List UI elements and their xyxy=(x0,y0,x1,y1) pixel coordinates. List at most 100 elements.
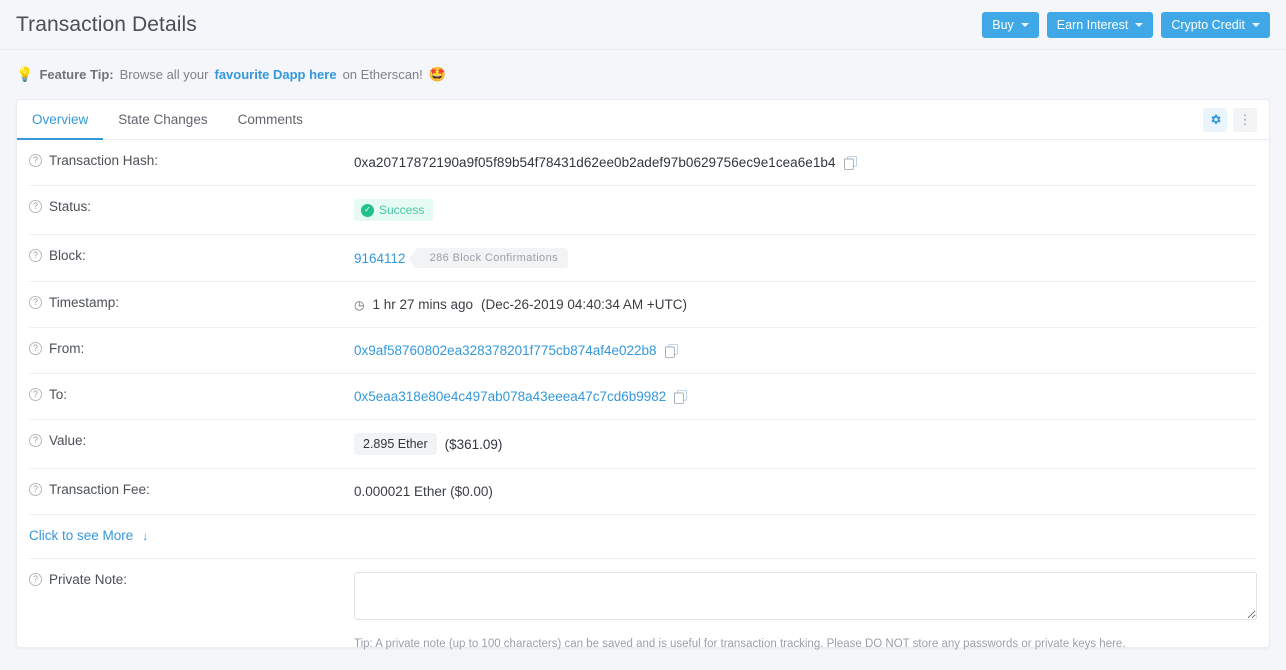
value-usd: ($361.09) xyxy=(444,436,503,452)
star-struck-emoji-icon: 🤩 xyxy=(428,66,447,82)
chevron-down-icon xyxy=(1135,22,1144,27)
row-transaction-hash: ? Transaction Hash: 0xa20717872190a9f05f… xyxy=(29,140,1257,186)
row-value-transaction-fee: 0.000021 Ether ($0.00) xyxy=(354,482,1257,501)
timestamp-absolute: (Dec-26-2019 04:40:34 AM +UTC) xyxy=(481,297,688,312)
vertical-dots-icon: ⋮ xyxy=(1238,112,1252,127)
private-note-input[interactable] xyxy=(354,572,1257,620)
chevron-down-icon xyxy=(1252,22,1260,27)
row-label-status: ? Status: xyxy=(29,199,354,214)
row-value-block: 9164112 286 Block Confirmations xyxy=(354,248,1257,270)
status-badge-label: Success xyxy=(379,203,425,217)
row-value: ? Value: 2.895 Ether ($361.09) xyxy=(29,420,1257,469)
clock-icon: ◷ xyxy=(354,297,365,312)
copy-icon xyxy=(664,343,678,358)
feature-tip-text-after: on Etherscan! xyxy=(342,66,423,82)
row-label-to: ? To: xyxy=(29,387,354,402)
status-badge: ✓ Success xyxy=(354,199,434,221)
transaction-hash-value: 0xa20717872190a9f05f89b54f78431d62ee0b2a… xyxy=(354,155,836,170)
row-private-note: ? Private Note: Tip: A private note (up … xyxy=(29,559,1257,650)
copy-from-address-button[interactable] xyxy=(664,343,678,358)
transaction-details-page: Transaction Details Buy Earn Interest Cr… xyxy=(0,0,1286,670)
label-text: From: xyxy=(49,341,85,356)
buy-button[interactable]: Buy xyxy=(982,11,1039,38)
favourite-dapp-link[interactable]: favourite Dapp here xyxy=(214,67,336,82)
click-to-see-more-button[interactable]: Click to see More ↓ xyxy=(29,528,148,543)
row-label-private-note: ? Private Note: xyxy=(29,572,354,587)
row-label-from: ? From: xyxy=(29,341,354,356)
help-icon[interactable]: ? xyxy=(29,483,42,496)
row-see-more: Click to see More ↓ xyxy=(29,515,1257,559)
label-text: Value: xyxy=(49,433,87,448)
page-header: Transaction Details Buy Earn Interest Cr… xyxy=(0,0,1286,50)
copy-to-address-button[interactable] xyxy=(674,389,688,404)
private-note-tip: Tip: A private note (up to 100 character… xyxy=(354,638,1126,650)
header-actions: Buy Earn Interest Crypto Credit xyxy=(982,11,1270,38)
label-text: Transaction Fee: xyxy=(49,482,150,497)
label-text: Timestamp: xyxy=(49,295,120,310)
more-options-button[interactable]: ⋮ xyxy=(1233,107,1257,132)
row-value-from: 0x9af58760802ea328378201f775cb874af4e022… xyxy=(354,341,1257,360)
transaction-fee-value: 0.000021 Ether ($0.00) xyxy=(354,484,493,499)
lightbulb-icon: 💡 xyxy=(16,66,34,82)
tab-bar-icons: ⋮ xyxy=(1203,100,1257,139)
chevron-down-icon xyxy=(1020,22,1029,27)
row-value-to: 0x5eaa318e80e4c497ab078a43eeea47c7cd6b99… xyxy=(354,387,1257,406)
row-value-transaction-hash: 0xa20717872190a9f05f89b54f78431d62ee0b2a… xyxy=(354,153,1257,172)
help-icon[interactable]: ? xyxy=(29,388,42,401)
earn-interest-button[interactable]: Earn Interest xyxy=(1046,11,1154,38)
row-value-private-note: Tip: A private note (up to 100 character… xyxy=(354,572,1257,650)
block-wrapper: 9164112 286 Block Confirmations xyxy=(354,248,568,270)
earn-interest-button-label: Earn Interest xyxy=(1056,17,1129,32)
feature-tip-banner: 💡 Feature Tip: Browse all your favourite… xyxy=(0,50,1286,98)
gear-icon xyxy=(1210,114,1221,124)
label-text: Private Note: xyxy=(49,572,128,587)
check-circle-icon: ✓ xyxy=(361,203,374,217)
row-block: ? Block: 9164112 286 Block Confirmations xyxy=(29,235,1257,282)
row-to: ? To: 0x5eaa318e80e4c497ab078a43eeea47c7… xyxy=(29,374,1257,420)
timestamp-relative: 1 hr 27 mins ago xyxy=(372,297,474,312)
row-value-status: ✓ Success xyxy=(354,199,1257,221)
help-icon[interactable]: ? xyxy=(29,434,42,447)
tab-list: Overview State Changes Comments xyxy=(17,100,318,140)
row-label-value: ? Value: xyxy=(29,433,354,448)
row-label-transaction-hash: ? Transaction Hash: xyxy=(29,153,354,168)
row-value-timestamp: ◷ 1 hr 27 mins ago (Dec-26-2019 04:40:34… xyxy=(354,295,1257,314)
to-address-link[interactable]: 0x5eaa318e80e4c497ab078a43eeea47c7cd6b99… xyxy=(354,389,666,404)
crypto-credit-button-label: Crypto Credit xyxy=(1171,17,1245,32)
see-more-label: Click to see More xyxy=(29,528,134,543)
overview-rows: ? Transaction Hash: 0xa20717872190a9f05f… xyxy=(17,140,1269,650)
copy-transaction-hash-button[interactable] xyxy=(843,155,857,170)
row-label-block: ? Block: xyxy=(29,248,354,263)
card-tab-bar: Overview State Changes Comments ⋮ xyxy=(17,100,1269,140)
help-icon[interactable]: ? xyxy=(29,249,42,262)
tab-overview[interactable]: Overview xyxy=(17,100,104,140)
block-number-link[interactable]: 9164112 xyxy=(354,251,406,266)
buy-button-label: Buy xyxy=(992,17,1014,32)
settings-button[interactable] xyxy=(1203,107,1227,132)
from-address-link[interactable]: 0x9af58760802ea328378201f775cb874af4e022… xyxy=(354,343,657,358)
copy-icon xyxy=(674,389,688,404)
row-timestamp: ? Timestamp: ◷ 1 hr 27 mins ago (Dec-26-… xyxy=(29,282,1257,328)
help-icon[interactable]: ? xyxy=(29,154,42,167)
label-text: To: xyxy=(49,387,68,402)
label-text: Status: xyxy=(49,199,92,214)
overview-card: Overview State Changes Comments ⋮ ? Tran… xyxy=(16,99,1270,650)
label-text: Block: xyxy=(49,248,86,263)
row-from: ? From: 0x9af58760802ea328378201f775cb87… xyxy=(29,328,1257,374)
help-icon[interactable]: ? xyxy=(29,296,42,309)
tab-state-changes[interactable]: State Changes xyxy=(103,100,222,140)
help-icon[interactable]: ? xyxy=(29,573,42,586)
value-ether-chip: 2.895 Ether xyxy=(354,433,437,455)
feature-tip-text-before: Browse all your xyxy=(119,66,209,82)
crypto-credit-button[interactable]: Crypto Credit xyxy=(1161,11,1270,38)
help-icon[interactable]: ? xyxy=(29,342,42,355)
help-icon[interactable]: ? xyxy=(29,200,42,213)
arrow-down-icon: ↓ xyxy=(142,528,149,543)
row-label-transaction-fee: ? Transaction Fee: xyxy=(29,482,354,497)
block-confirmations-chip: 286 Block Confirmations xyxy=(408,248,568,270)
row-value-value: 2.895 Ether ($361.09) xyxy=(354,433,1257,455)
row-label-timestamp: ? Timestamp: xyxy=(29,295,354,310)
tab-comments[interactable]: Comments xyxy=(223,100,318,140)
label-text: Transaction Hash: xyxy=(49,153,159,168)
copy-icon xyxy=(843,155,857,170)
